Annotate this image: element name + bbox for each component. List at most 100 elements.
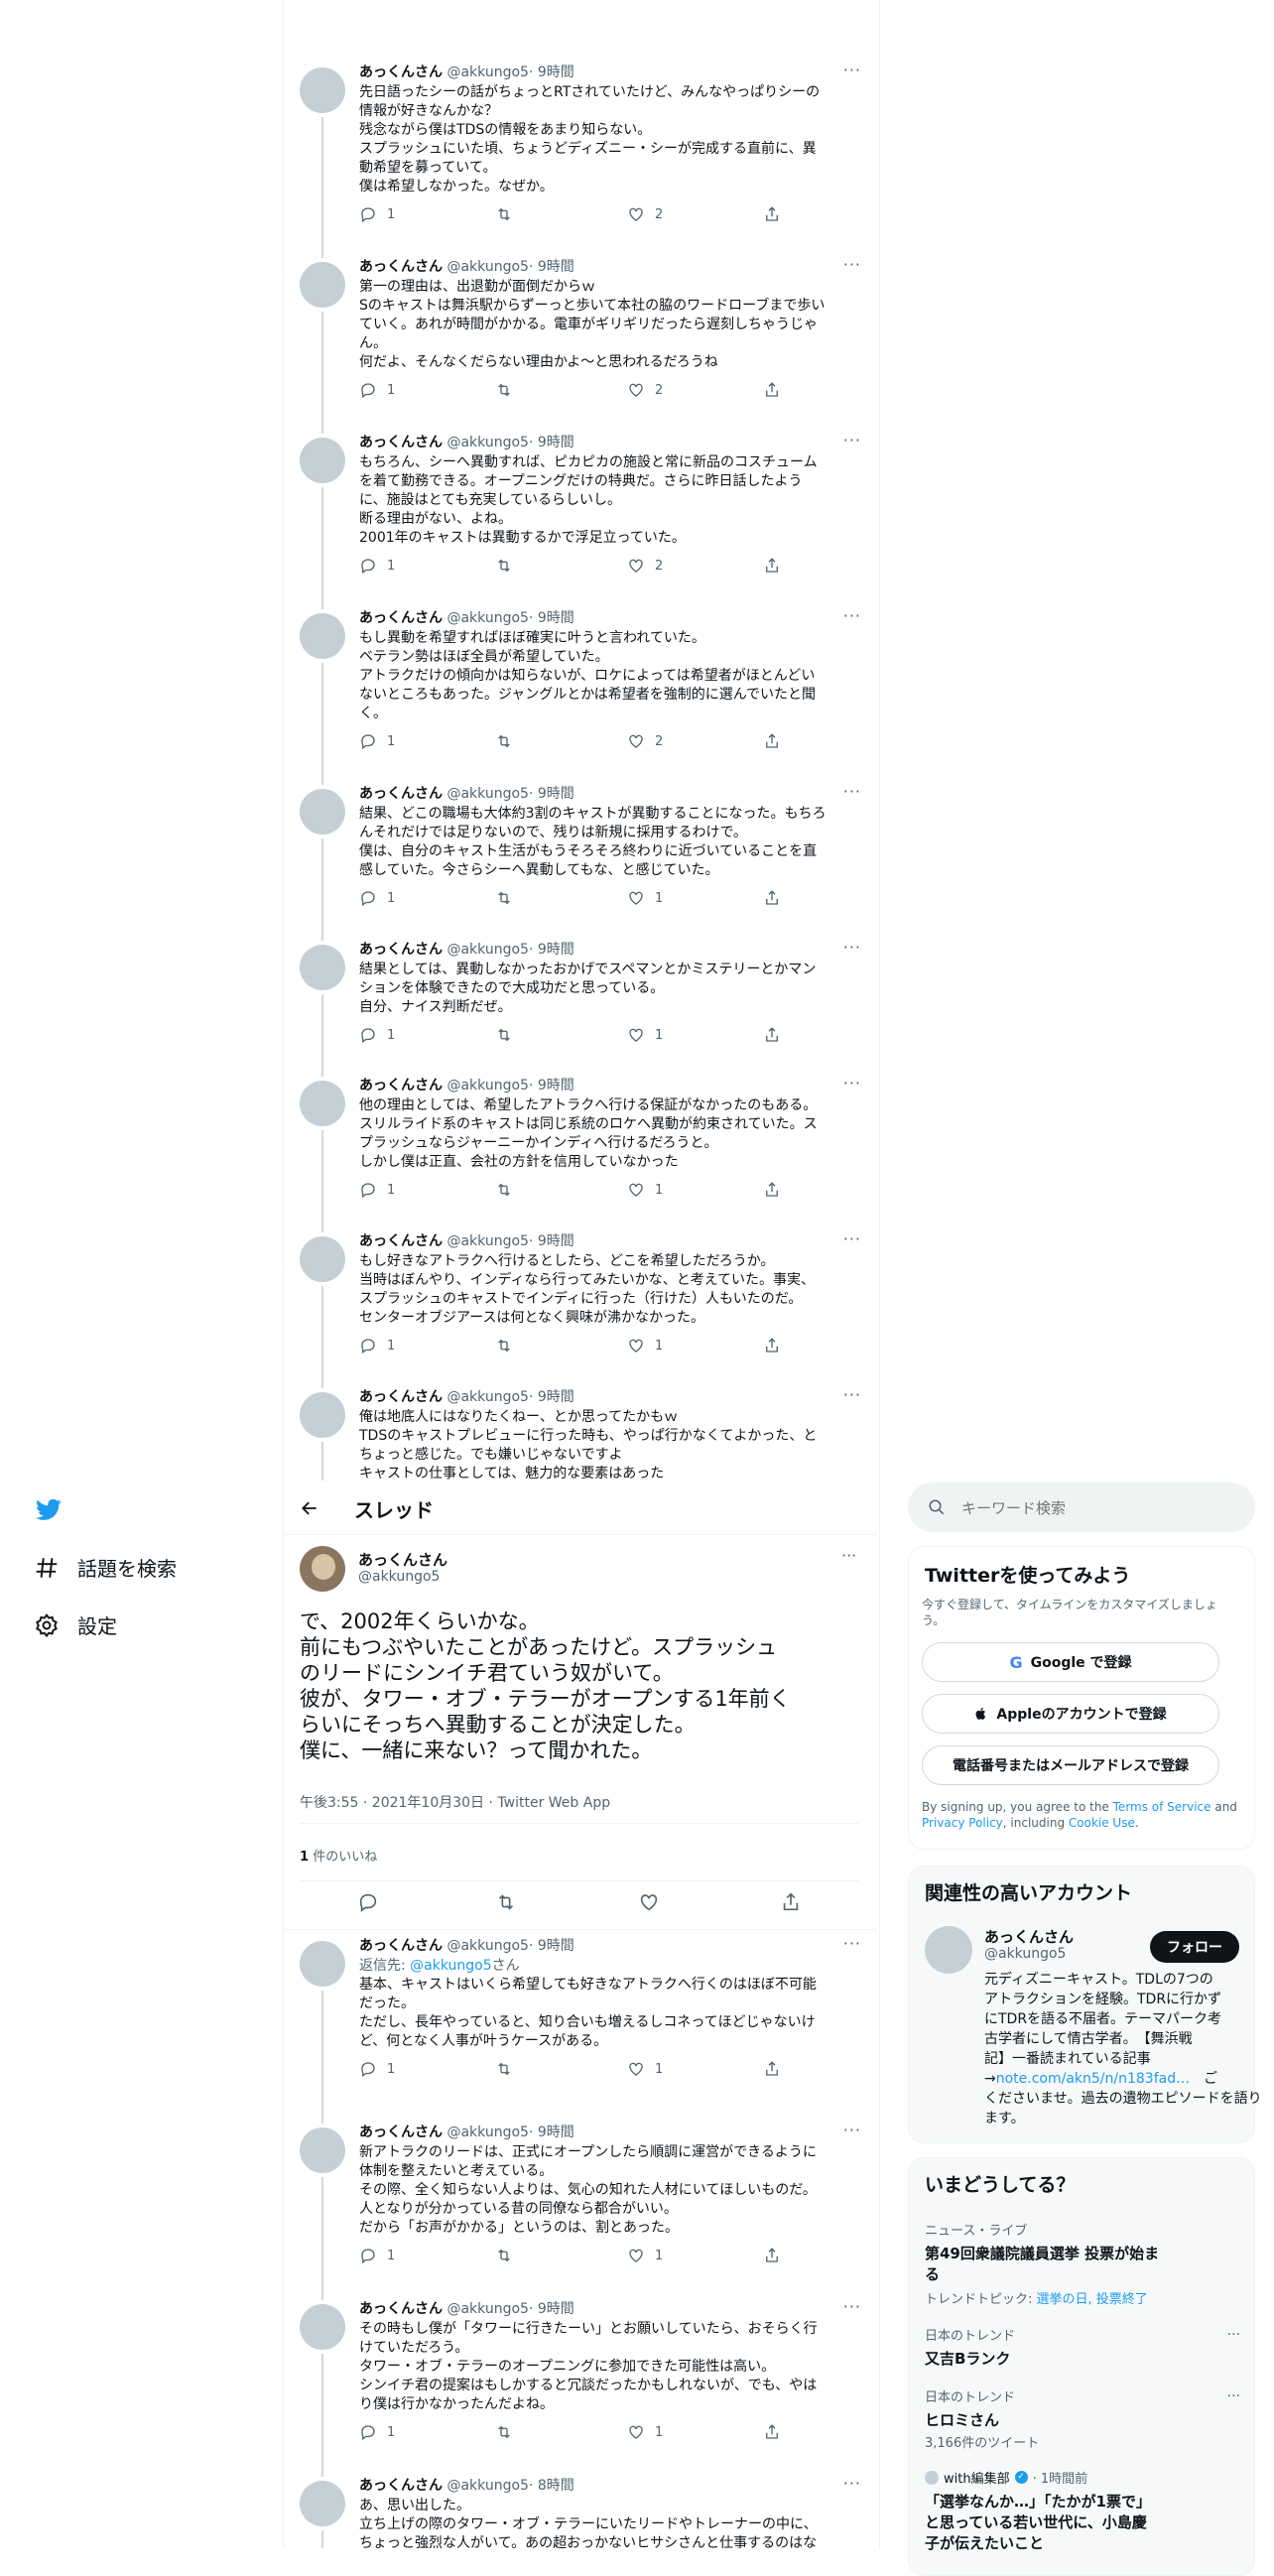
- tweet-avatar[interactable]: [300, 1941, 345, 1987]
- trend-category: 日本のトレンド: [925, 2329, 1016, 2344]
- follow-button[interactable]: フォロー: [1150, 1931, 1239, 1963]
- tweet-text-line: その際、全く知らない人よりは、気心の知れた人材にいてほしいものだ。: [359, 2182, 817, 2198]
- terms-text: .: [1134, 1816, 1139, 1830]
- news-item[interactable]: with編集部 ✓ · 1時間前 「選挙なんか…」「たかが1票で」 と思っている…: [925, 2468, 1242, 2553]
- cookie-use-link[interactable]: Cookie Use: [1069, 1816, 1135, 1830]
- tweet-more-icon[interactable]: ···: [843, 1934, 861, 1953]
- tweet-author-name[interactable]: あっくんさん: [359, 2301, 443, 2317]
- tweet-author-handle[interactable]: @akkungo5: [446, 1938, 528, 1954]
- tweet-author-handle[interactable]: @akkungo5: [446, 2301, 528, 2317]
- related-avatar[interactable]: [925, 1926, 972, 1974]
- retweet-icon[interactable]: [495, 2247, 513, 2264]
- trend-item[interactable]: 日本のトレンド ヒロミさん 3,166件のツイート ···: [925, 2386, 1242, 2451]
- reply-context: 返信先: @akkungo5さん: [359, 1957, 865, 1976]
- bio-link[interactable]: note.com/akn5/n/n183fad…: [996, 2071, 1190, 2087]
- tweet-time[interactable]: · 8時間: [529, 2478, 574, 2494]
- news-title: 子が伝えたいこと: [925, 2534, 1045, 2552]
- reply-count: 1: [387, 2061, 396, 2077]
- trend-more-icon[interactable]: ···: [1227, 2327, 1240, 2343]
- terms-of-service-link[interactable]: Terms of Service: [1113, 1800, 1211, 1814]
- tweet-author-name[interactable]: あっくんさん: [359, 2478, 443, 2494]
- tweet-avatar[interactable]: [300, 2481, 345, 2526]
- tweet-time[interactable]: · 9時間: [529, 2301, 574, 2317]
- tweet-text: 基本、キャストはいくら希望しても好きなアトラクへ行くのはほぼ不可能 だった。 ただし…: [359, 1976, 865, 2051]
- tweet-text-line: だから「お声がかかる」というのは、割とあった。: [359, 2220, 679, 2236]
- bio-text: ご: [1190, 2071, 1218, 2087]
- tweet-text-line: だった。: [359, 1996, 415, 2011]
- reply-handle-link[interactable]: @akkungo5: [410, 1958, 491, 1974]
- related-handle[interactable]: @akkungo5: [984, 1946, 1066, 1962]
- privacy-policy-link[interactable]: Privacy Policy: [922, 1816, 1003, 1830]
- thread-connector-line: [321, 2177, 323, 2300]
- phone-signup-button[interactable]: 電話番号またはメールアドレスで登録: [922, 1745, 1219, 1785]
- trend-category: ニュース・ライブ: [925, 2224, 1028, 2239]
- reply-suffix: さん: [491, 1958, 520, 1974]
- google-icon: G: [1009, 1652, 1023, 1672]
- tweet-time[interactable]: · 9時間: [529, 1938, 574, 1954]
- retweet-icon[interactable]: [495, 2423, 513, 2441]
- like-icon[interactable]: [627, 2423, 645, 2441]
- bio-arrow: →: [984, 2071, 996, 2087]
- signup-card: Twitterを使ってみよう 今すぐ登録して、タイムラインをカスタマイズしましょ…: [908, 1546, 1255, 1850]
- apple-icon: [975, 1707, 986, 1720]
- share-icon[interactable]: [763, 2423, 781, 2441]
- trend-title: 第49回衆議院議員選挙 投票が始ま: [925, 2245, 1160, 2262]
- news-source: with編集部: [944, 2472, 1010, 2487]
- tweet-more-icon[interactable]: ···: [843, 2121, 861, 2139]
- bio-line: 古学者にして情古学者。 【舞浜戦: [984, 2031, 1193, 2047]
- tweet-more-icon[interactable]: ···: [843, 2297, 861, 2316]
- reply-icon[interactable]: [359, 2423, 377, 2441]
- tweet-text-line: シンイチ君の提案はもしかすると冗談だったかもしれないが、でも、やは: [359, 2378, 818, 2393]
- like-icon[interactable]: [627, 2060, 645, 2078]
- tweet-author-name[interactable]: あっくんさん: [359, 1938, 443, 1954]
- related-bio: 元ディズニーキャスト。TDLの7つの アトラクションを経験。TDRに行かず にT…: [984, 1970, 1262, 2128]
- search-icon: [929, 1499, 945, 1515]
- like-icon[interactable]: [627, 2247, 645, 2264]
- search-input[interactable]: [959, 1492, 1231, 1524]
- related-name[interactable]: あっくんさん: [984, 1926, 1074, 1947]
- trend-topic-links[interactable]: 選挙の日, 投票終了: [1037, 2292, 1148, 2307]
- share-icon[interactable]: [763, 2247, 781, 2264]
- tweet-avatar[interactable]: [300, 2304, 345, 2350]
- tweet-actions: 11: [359, 2060, 796, 2080]
- tweet-author-handle[interactable]: @akkungo5: [446, 2478, 528, 2494]
- reply-icon[interactable]: [359, 2060, 377, 2078]
- trend-title: る: [925, 2265, 941, 2283]
- tweet-text-line: 人となりが分かっている昔の同僚なら都合がいい。: [359, 2201, 678, 2217]
- tweet-text: その時もし僕が「タワーに行きたーい」とお願いしていたら、おそらく行 けていただろう…: [359, 2320, 865, 2414]
- reply-count: 1: [387, 2248, 396, 2263]
- tweet-author-name[interactable]: あっくんさん: [359, 2125, 443, 2140]
- trend-more-icon[interactable]: ···: [1227, 2388, 1240, 2404]
- tweet-author-handle[interactable]: @akkungo5: [446, 2125, 528, 2140]
- tweet-text-line: り僕は行かなかったんだよね。: [359, 2396, 554, 2412]
- reply-count: 1: [387, 2424, 396, 2440]
- tweet-actions: 11: [359, 2247, 796, 2266]
- tweet-avatar[interactable]: [300, 2127, 345, 2173]
- tweet-text: あ、思い出した。 立ち上げの際のタワー・オブ・テラーにいたリードやトレーナーの中に…: [359, 2497, 865, 2548]
- retweet-icon[interactable]: [495, 2060, 513, 2078]
- tweet-text-line: ちょっと強烈な人がいて。あの超おっかないヒサシさんと仕事するのはな: [359, 2535, 818, 2548]
- trend-topic-label: トレンドトピック:: [925, 2292, 1037, 2307]
- trend-item[interactable]: ニュース・ライブ 第49回衆議院議員選挙 投票が始ま る トレンドトピック: 選…: [925, 2220, 1242, 2307]
- google-signup-button[interactable]: G Google で登録: [922, 1642, 1219, 1682]
- terms-text: , including: [1002, 1816, 1069, 1830]
- search-box[interactable]: [908, 1482, 1255, 1532]
- reply-icon[interactable]: [359, 2247, 377, 2264]
- share-icon[interactable]: [763, 2060, 781, 2078]
- tweet-text-line: 新アトラクのリードは、正式にオープンしたら順調に運営ができるように: [359, 2144, 817, 2160]
- terms-text: By signing up, you agree to the: [922, 1800, 1113, 1814]
- tweet-time[interactable]: · 9時間: [529, 2125, 574, 2140]
- reply-prefix: 返信先:: [359, 1958, 411, 1974]
- news-time: · 1時間前: [1032, 2472, 1088, 2487]
- tweet-text: 新アトラクのリードは、正式にオープンしたら順調に運営ができるように 体制を整えたい…: [359, 2143, 865, 2238]
- tweet-actions: 11: [359, 2423, 796, 2443]
- apple-signup-label: Appleのアカウントで登録: [996, 1707, 1167, 1723]
- tweet-text-line: あ、思い出した。: [359, 2498, 470, 2513]
- trends-card: いまどうしてる？ ニュース・ライブ 第49回衆議院議員選挙 投票が始ま る トレ…: [908, 2157, 1255, 2576]
- apple-signup-button[interactable]: Appleのアカウントで登録: [922, 1694, 1219, 1734]
- trend-item[interactable]: 日本のトレンド 又吉Bランク ···: [925, 2325, 1242, 2369]
- trend-count: 3,166件のツイート: [925, 2436, 1040, 2451]
- tweet-more-icon[interactable]: ···: [843, 2474, 861, 2493]
- thread-connector-line: [321, 2530, 323, 2548]
- bio-line: にTDRを語る不届者。テーマパーク考: [984, 2011, 1222, 2027]
